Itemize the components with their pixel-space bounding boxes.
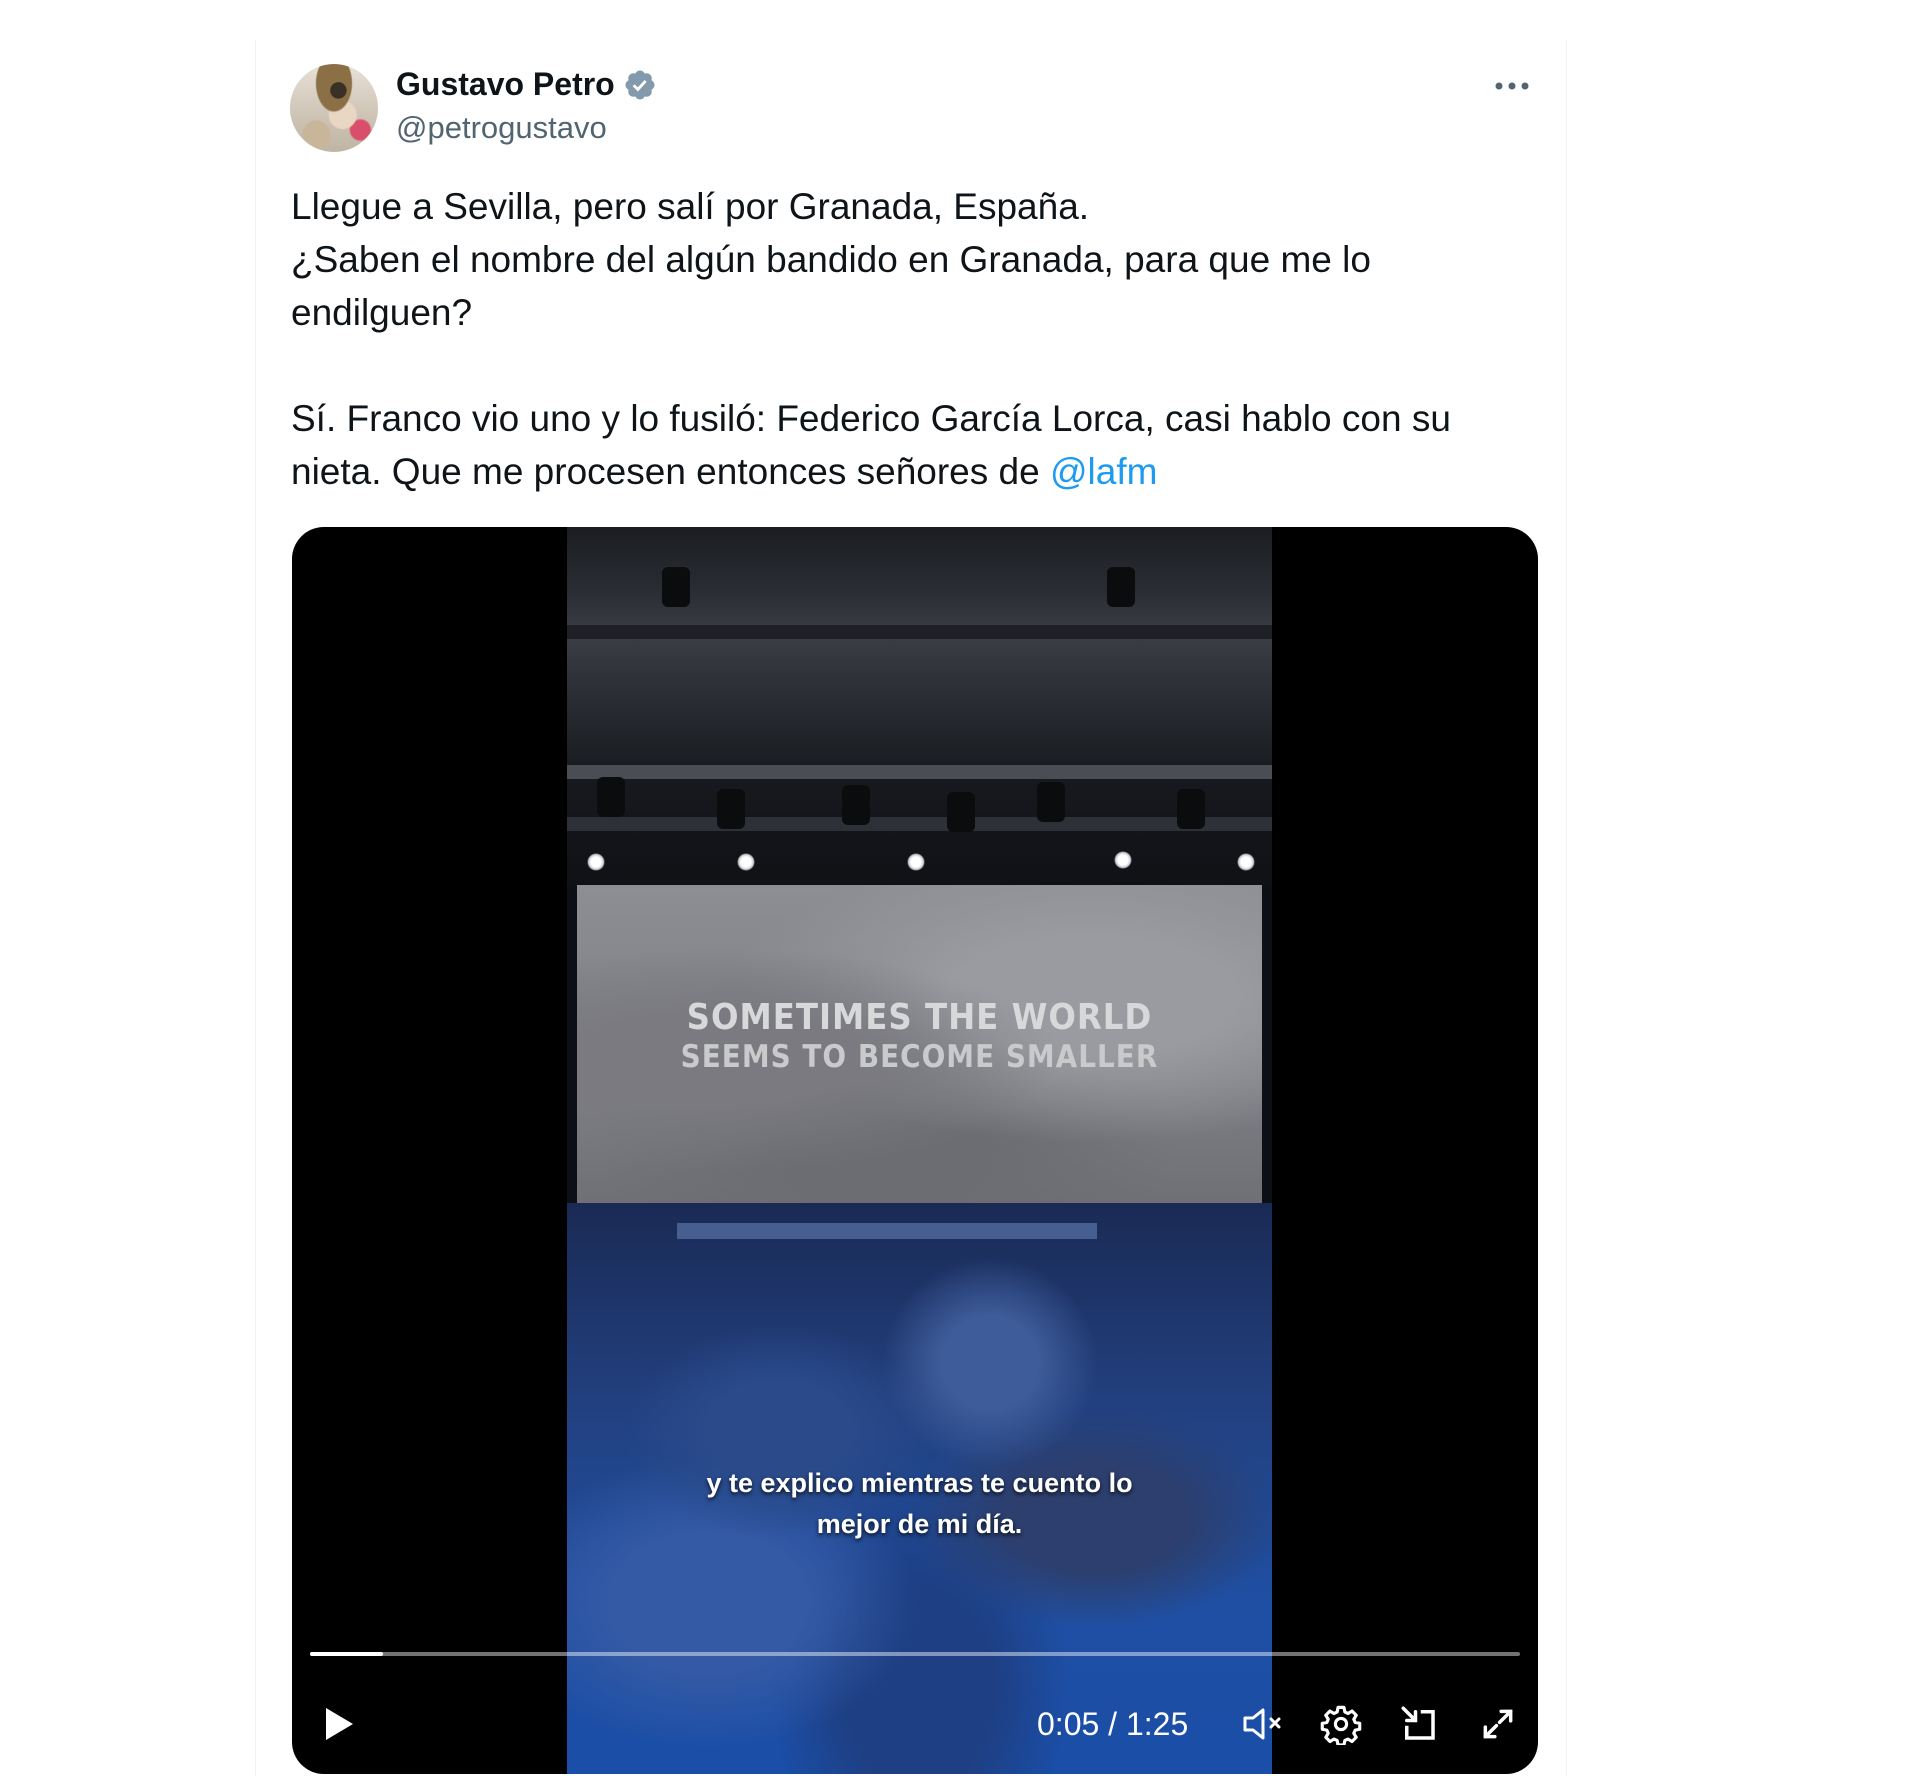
video-progress-bar[interactable] [310,1652,1520,1656]
tweet-text: Llegue a Sevilla, pero salí por Granada,… [291,180,1551,498]
tweet-line-3-text: Sí. Franco vio uno y lo fusiló: Federico… [291,398,1451,492]
author-avatar[interactable] [290,64,378,152]
subtitle-line-2: mejor de mi día. [816,1509,1023,1539]
verified-badge-icon [625,69,655,100]
video-progress-fill [310,1652,383,1656]
stage-screen: SOMETIMES THE WORLD SEEMS TO BECOME SMAL… [577,885,1262,1203]
author-name-row: Gustavo Petro [396,66,657,103]
video-frame: SOMETIMES THE WORLD SEEMS TO BECOME SMAL… [567,527,1272,1774]
video-player[interactable]: SOMETIMES THE WORLD SEEMS TO BECOME SMAL… [292,527,1538,1774]
fullscreen-button[interactable] [1472,1694,1524,1754]
fullscreen-icon [1483,1709,1513,1739]
more-icon [1495,82,1529,90]
tweet-line-2: ¿Saben el nombre del algún bandido en Gr… [291,239,1371,333]
video-controls: 0:05 / 1:25 [292,1694,1538,1754]
more-options-button[interactable] [1490,68,1534,104]
stage-rig [567,527,1272,887]
play-icon [326,1708,353,1740]
settings-gear-icon [1320,1705,1362,1745]
tweet-line-1: Llegue a Sevilla, pero salí por Granada,… [291,186,1090,227]
mention-link[interactable]: @lafm [1050,451,1157,492]
settings-button[interactable] [1315,1694,1367,1754]
picture-in-picture-icon [1401,1706,1435,1740]
mute-button[interactable] [1238,1694,1290,1754]
picture-in-picture-button[interactable] [1393,1694,1445,1754]
volume-muted-icon [1243,1708,1281,1740]
author-name[interactable]: Gustavo Petro [396,66,615,103]
tweet-line-3: Sí. Franco vio uno y lo fusiló: Federico… [291,392,1551,498]
play-button[interactable] [314,1694,364,1754]
video-subtitle: y te explico mientras te cuento lo mejor… [567,1463,1272,1545]
subtitle-line-1: y te explico mientras te cuento lo [706,1468,1133,1498]
screen-text-line-1: SOMETIMES THE WORLD [686,997,1153,1038]
screen-text-line-2: SEEMS TO BECOME SMALLER [680,1039,1159,1075]
video-time: 0:05 / 1:25 [1037,1706,1189,1742]
author-handle[interactable]: @petrogustavo [396,110,607,146]
